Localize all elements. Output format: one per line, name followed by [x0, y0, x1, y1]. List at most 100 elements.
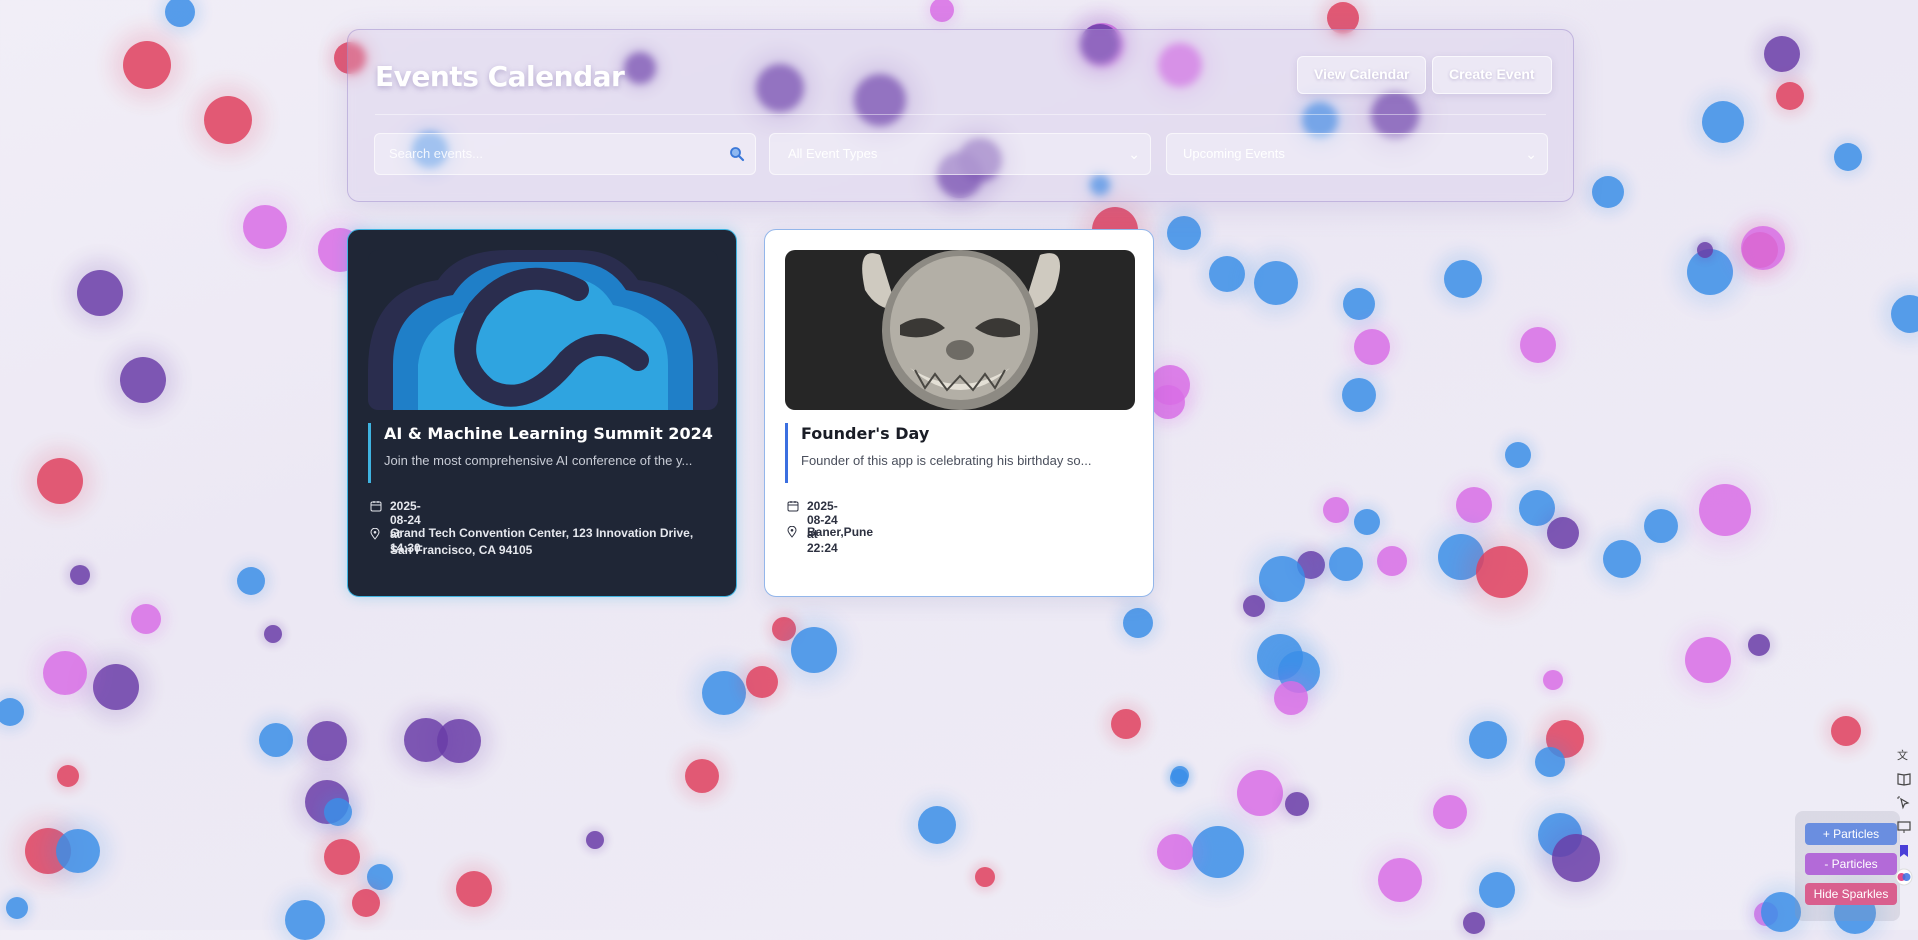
- create-event-button[interactable]: Create Event: [1432, 56, 1552, 94]
- event-image: [368, 250, 718, 410]
- particle: [1479, 872, 1515, 908]
- search-icon[interactable]: [729, 146, 745, 162]
- particle: [930, 0, 954, 22]
- particle: [746, 666, 778, 698]
- particle: [1150, 365, 1190, 405]
- particle: [1476, 546, 1528, 598]
- particle: [1742, 232, 1778, 268]
- particle: [1192, 826, 1244, 878]
- particle: [1538, 813, 1582, 857]
- particle: [324, 839, 360, 875]
- particle: [237, 567, 265, 595]
- particle: [1444, 260, 1482, 298]
- particle: [1170, 769, 1188, 787]
- particle: [1644, 509, 1678, 543]
- particle: [1171, 766, 1189, 784]
- chevron-down-icon: ⌄: [1128, 146, 1140, 162]
- particle: [43, 651, 87, 695]
- event-card[interactable]: Founder's Day Founder of this app is cel…: [764, 229, 1154, 597]
- time-filter-select[interactable]: Upcoming Events ⌄: [1166, 133, 1548, 175]
- particle: [1764, 36, 1800, 72]
- event-type-select[interactable]: All Event Types ⌄: [769, 133, 1151, 175]
- particle: [37, 458, 83, 504]
- particle: [204, 96, 252, 144]
- add-particles-button[interactable]: + Particles: [1805, 823, 1897, 845]
- event-image: [785, 250, 1135, 410]
- event-description: Founder of this app is celebrating his b…: [801, 453, 1092, 468]
- time-filter-value: Upcoming Events: [1183, 146, 1285, 161]
- particle: [1685, 637, 1731, 683]
- particle: [307, 721, 347, 761]
- particle: [70, 565, 90, 585]
- particle: [1687, 249, 1733, 295]
- translate-icon[interactable]: 文: [1895, 746, 1913, 764]
- particle: [1278, 651, 1320, 693]
- particle: [975, 867, 995, 887]
- particle: [1469, 721, 1507, 759]
- card-accent-bar: [368, 423, 371, 483]
- header-divider: [375, 114, 1546, 115]
- view-calendar-button[interactable]: View Calendar: [1297, 56, 1427, 94]
- cursor-sparkle-icon[interactable]: [1895, 794, 1913, 812]
- particle: [259, 723, 293, 757]
- particle: [305, 780, 349, 824]
- particle: [1297, 551, 1325, 579]
- location-pin-icon: [787, 526, 797, 538]
- particle: [1546, 720, 1584, 758]
- bookmark-icon[interactable]: [1895, 842, 1913, 860]
- particle: [56, 829, 100, 873]
- particle: [367, 864, 393, 890]
- particle: [1520, 327, 1556, 363]
- particle: [1535, 747, 1565, 777]
- particle: [1323, 497, 1349, 523]
- particle: [1123, 608, 1153, 638]
- particle: [0, 698, 24, 726]
- particle: [1891, 295, 1918, 333]
- book-icon[interactable]: [1895, 770, 1913, 788]
- particle: [264, 625, 282, 643]
- assistant-icon[interactable]: [1895, 868, 1913, 886]
- particle: [285, 900, 325, 940]
- particle: [57, 765, 79, 787]
- particle: [1243, 595, 1265, 617]
- particle: [1433, 795, 1467, 829]
- particle: [1519, 490, 1555, 526]
- page-title: Events Calendar: [375, 60, 625, 93]
- particle: [120, 357, 166, 403]
- particle: [1377, 546, 1407, 576]
- particle: [1741, 226, 1785, 270]
- event-location-text: Grand Tech Convention Center, 123 Innova…: [390, 526, 694, 557]
- particle: [685, 759, 719, 793]
- particle: [165, 0, 195, 27]
- remove-particles-button[interactable]: - Particles: [1805, 853, 1897, 875]
- presentation-icon[interactable]: [1895, 818, 1913, 836]
- particle: [93, 664, 139, 710]
- particle: [1697, 242, 1713, 258]
- oni-mask-icon: [862, 250, 1060, 410]
- search-input[interactable]: Search events...: [374, 133, 756, 175]
- particle: [1257, 634, 1303, 680]
- event-card[interactable]: AI & Machine Learning Summit 2024 Join t…: [347, 229, 737, 597]
- event-type-value: All Event Types: [788, 146, 878, 161]
- particle: [1438, 534, 1484, 580]
- particle: [1167, 216, 1201, 250]
- hide-sparkles-button[interactable]: Hide Sparkles: [1805, 883, 1897, 905]
- event-title[interactable]: Founder's Day: [801, 424, 929, 443]
- particle: [1543, 670, 1563, 690]
- particle: [1748, 634, 1770, 656]
- particle: [25, 828, 71, 874]
- particle: [1552, 834, 1600, 882]
- particle: [352, 889, 380, 917]
- particle: [1603, 540, 1641, 578]
- particle: [1285, 792, 1309, 816]
- cloud-logo-icon: [368, 250, 718, 410]
- particle: [1776, 82, 1804, 110]
- particle: [1329, 547, 1363, 581]
- particle: [1151, 385, 1185, 419]
- particle-controls: + Particles - Particles Hide Sparkles: [1795, 811, 1900, 921]
- particle: [123, 41, 171, 89]
- event-title[interactable]: AI & Machine Learning Summit 2024: [384, 424, 713, 443]
- chevron-down-icon: ⌄: [1525, 146, 1537, 162]
- particle: [1209, 256, 1245, 292]
- svg-text:文: 文: [1897, 748, 1908, 762]
